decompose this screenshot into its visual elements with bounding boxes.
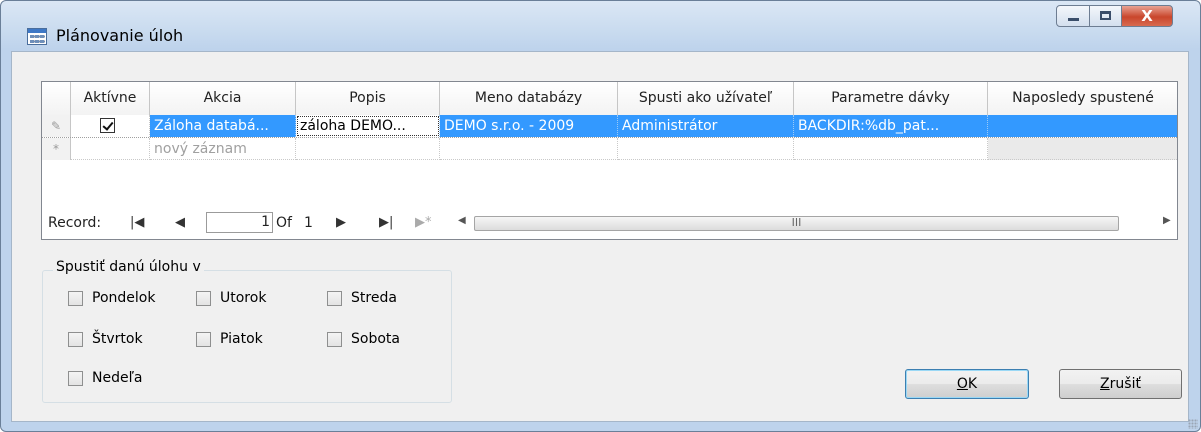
row-selector-header [42,82,71,115]
scroll-left-icon[interactable]: ◀ [458,215,466,226]
spusti-ako-cell[interactable]: Administrátor [618,115,794,137]
new-row-asterisk-icon: * [42,138,71,160]
naposledy-cell[interactable] [988,115,1177,137]
scrollbar-thumb[interactable]: III [474,216,1119,231]
close-icon: X [1141,7,1153,25]
checkbox-utorok-label: Utorok [220,290,267,306]
of-label: Of [276,215,292,231]
column-header-akcia[interactable]: Akcia [150,82,296,115]
record-navigator: Record: |◀ ◀ 1 Of 1 ▶ ▶| ▶* ◀ III ▶ [42,208,1177,239]
checkbox-sobota-label: Sobota [351,331,400,347]
checkbox-piatok-box[interactable] [196,332,211,347]
new-spusti-cell[interactable] [618,138,794,160]
parametre-cell[interactable]: BACKDIR:%db_pat... [794,115,988,137]
checkbox-pondelok-label: Pondelok [92,290,156,306]
maximize-icon [1100,11,1111,20]
checkbox-stvrtok-box[interactable] [68,332,83,347]
new-popis-cell[interactable] [296,138,440,160]
last-record-icon[interactable]: ▶| [379,215,393,230]
maximize-button[interactable] [1089,5,1122,27]
title-bar[interactable]: Plánovanie úloh X [1,1,1200,47]
table-row[interactable]: ✎ Záloha databá... záloha DEMO... DEMO s… [42,115,1177,138]
ok-button[interactable]: OK [905,369,1029,399]
checkbox-nedela-box[interactable] [68,371,83,386]
checkbox-utorok-box[interactable] [196,291,211,306]
active-checkbox[interactable] [100,118,115,133]
checkbox-stvrtok-label: Štvrtok [92,331,143,347]
tasks-grid[interactable]: Aktívne Akcia Popis Meno databázy Spusti… [41,81,1178,240]
previous-record-icon[interactable]: ◀ [175,215,185,230]
column-header-aktivne[interactable]: Aktívne [71,82,150,115]
minimize-button[interactable] [1056,5,1090,27]
meno-databazy-cell[interactable]: DEMO s.r.o. - 2009 [440,115,618,137]
calendar-icon [27,28,47,45]
new-record-row[interactable]: * nový záznam [42,138,1177,160]
resize-grip-icon[interactable] [1188,419,1198,429]
new-record-placeholder[interactable]: nový záznam [150,138,296,160]
record-label: Record: [48,215,102,231]
first-record-icon[interactable]: |◀ [130,215,144,230]
akcia-cell[interactable]: Záloha databá... [150,115,296,137]
checkbox-piatok-label: Piatok [220,331,263,347]
ok-mnemonic: O [956,376,968,392]
new-record-icon[interactable]: ▶* [415,215,432,230]
column-header-spusti-ako[interactable]: Spusti ako užívateľ [618,82,794,115]
popis-cell[interactable]: záloha DEMO... [296,115,440,137]
horizontal-scrollbar[interactable]: ◀ III ▶ [456,215,1176,232]
checkbox-streda-label: Streda [351,290,397,306]
column-header-naposledy[interactable]: Naposledy spustené [988,82,1177,115]
total-records: 1 [304,215,313,231]
checkbox-sobota-box[interactable] [327,332,342,347]
cancel-label: rušiť [1109,376,1141,392]
scroll-right-icon[interactable]: ▶ [1163,215,1171,226]
checkbox-nedela-label: Nedeľa [92,370,143,386]
column-header-meno-databazy[interactable]: Meno databázy [440,82,618,115]
new-active-cell[interactable] [71,138,150,160]
grid-header: Aktívne Akcia Popis Meno databázy Spusti… [42,82,1177,116]
active-cell[interactable] [71,115,150,137]
new-parametre-cell[interactable] [794,138,988,160]
window-title: Plánovanie úloh [56,26,184,45]
checkbox-pondelok-box[interactable] [68,291,83,306]
edit-pencil-icon[interactable]: ✎ [42,115,71,137]
column-header-popis[interactable]: Popis [296,82,440,115]
new-naposledy-cell [988,138,1177,160]
cancel-button[interactable]: Zrušiť [1059,369,1182,399]
next-record-icon[interactable]: ▶ [336,215,346,230]
cancel-mnemonic: Z [1100,376,1110,392]
column-header-parametre[interactable]: Parametre dávky [794,82,988,115]
current-record-input[interactable]: 1 [206,212,273,233]
schedule-group-title: Spustiť danú úlohu v [53,259,204,275]
minimize-icon [1068,18,1079,21]
checkbox-streda-box[interactable] [327,291,342,306]
close-button[interactable]: X [1121,5,1173,27]
ok-label: K [967,376,978,392]
new-meno-cell[interactable] [440,138,618,160]
